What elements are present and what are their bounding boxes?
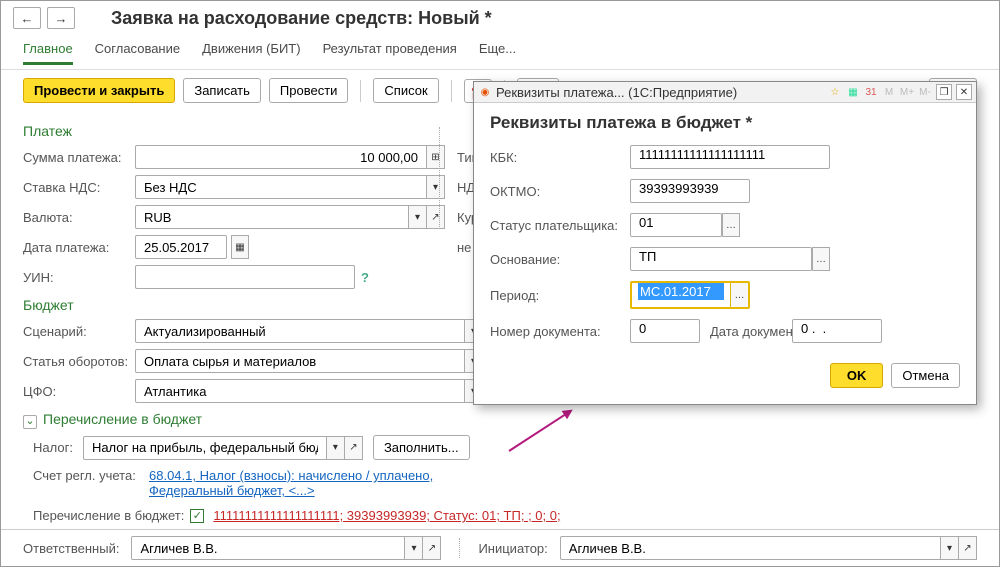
m-icon: M [882,85,896,99]
dialog-titlebar-text: Реквизиты платежа... [496,85,625,100]
period-input[interactable] [632,283,730,307]
reason-label: Основание: [490,252,620,267]
grid-icon[interactable]: ▦ [846,85,860,99]
account-link[interactable]: 68.04.1, Налог (взносы): начислено / упл… [149,468,489,498]
docdate-input[interactable] [792,319,882,343]
fill-button[interactable]: Заполнить... [373,435,470,460]
separator [360,80,361,102]
tab-more[interactable]: Еще... [479,41,516,65]
list-button[interactable]: Список [373,78,438,103]
uin-input[interactable] [135,265,355,289]
reason-input[interactable] [630,247,812,271]
section-transfer[interactable]: Перечисление в бюджет [23,411,977,429]
back-button[interactable]: ← [13,7,41,29]
ellipsis-icon[interactable]: … [722,213,740,237]
chevron-down-icon[interactable]: ▾ [427,175,445,199]
tax-input[interactable] [83,436,327,460]
responsible-input[interactable] [131,536,405,560]
chevron-down-icon[interactable]: ▾ [409,205,427,229]
currency-label: Валюта: [23,210,123,225]
mminus-icon: M- [918,85,932,99]
arrow-right-icon: → [55,11,68,26]
sum-label: Сумма платежа: [23,150,123,165]
turnover-label: Статья оборотов: [23,354,123,369]
ellipsis-icon[interactable]: … [730,283,748,307]
oktmo-input[interactable] [630,179,750,203]
tab-result[interactable]: Результат проведения [323,41,457,65]
tab-bar: Главное Согласование Движения (БИТ) Резу… [1,37,999,70]
calendar-icon[interactable]: ▦ [231,235,249,259]
open-icon[interactable]: ↗ [427,205,445,229]
calc-icon[interactable]: ⊞ [427,145,445,169]
separator [451,80,452,102]
open-icon[interactable]: ↗ [423,536,441,560]
fav-icon[interactable]: ☆ [828,85,842,99]
tax-label: Налог: [33,440,73,455]
restore-button[interactable]: ❐ [936,84,952,100]
close-button[interactable]: ✕ [956,84,972,100]
cancel-button[interactable]: Отмена [891,363,960,388]
open-icon[interactable]: ↗ [345,436,363,460]
scenario-input[interactable] [135,319,465,343]
tab-movements[interactable]: Движения (БИТ) [202,41,300,65]
tab-main[interactable]: Главное [23,41,73,65]
calendar-icon[interactable]: 31 [864,85,878,99]
uin-label: УИН: [23,270,123,285]
kbk-input[interactable] [630,145,830,169]
initiator-input[interactable] [560,536,941,560]
open-icon[interactable]: ↗ [959,536,977,560]
date-input[interactable] [135,235,227,259]
chevron-down-icon[interactable]: ▾ [327,436,345,460]
cfo-input[interactable] [135,379,465,403]
cfo-label: ЦФО: [23,384,123,399]
dotted-separator [439,127,440,227]
arrow-left-icon: ← [21,11,34,26]
dialog-title: Реквизиты платежа в бюджет * [490,113,960,133]
tobudget-label: Перечисление в бюджет: [33,508,184,523]
page-title: Заявка на расходование средств: Новый * [111,8,492,29]
docnum-label: Номер документа: [490,324,620,339]
initiator-label: Инициатор: [478,541,547,556]
tobudget-checkbox[interactable]: ✓ [190,509,204,523]
ok-button[interactable]: OK [830,363,884,388]
dialog-titlebar-sub: (1С:Предприятие) [628,85,737,100]
responsible-label: Ответственный: [23,541,119,556]
post-button[interactable]: Провести [269,78,349,103]
forward-button[interactable]: → [47,7,75,29]
sum-input[interactable] [135,145,427,169]
period-label: Период: [490,288,620,303]
separator [459,538,460,558]
kbk-label: КБК: [490,150,620,165]
chevron-down-icon[interactable]: ▾ [405,536,423,560]
tobudget-summary[interactable]: 11111111111111111111; 39393993939; Стату… [213,508,560,523]
vatrate-label: Ставка НДС: [23,180,123,195]
help-icon[interactable]: ? [361,270,369,285]
turnover-input[interactable] [135,349,465,373]
currency-input[interactable] [135,205,409,229]
chevron-down-icon[interactable]: ▾ [941,536,959,560]
date-label: Дата платежа: [23,240,123,255]
ellipsis-icon[interactable]: … [812,247,830,271]
scenario-label: Сценарий: [23,324,123,339]
app-icon: ◉ [478,85,492,99]
save-button[interactable]: Записать [183,78,261,103]
docnum-input[interactable] [630,319,700,343]
mplus-icon: M+ [900,85,914,99]
tab-approval[interactable]: Согласование [95,41,180,65]
post-and-close-button[interactable]: Провести и закрыть [23,78,175,103]
vatrate-input[interactable] [135,175,427,199]
status-input[interactable] [630,213,722,237]
oktmo-label: ОКТМО: [490,184,620,199]
docdate-label: Дата документа: [710,324,782,339]
status-label: Статус плательщика: [490,218,620,233]
dialog-budget-details: ◉ Реквизиты платежа... (1С:Предприятие) … [473,81,977,405]
account-label: Счет регл. учета: [33,468,139,498]
